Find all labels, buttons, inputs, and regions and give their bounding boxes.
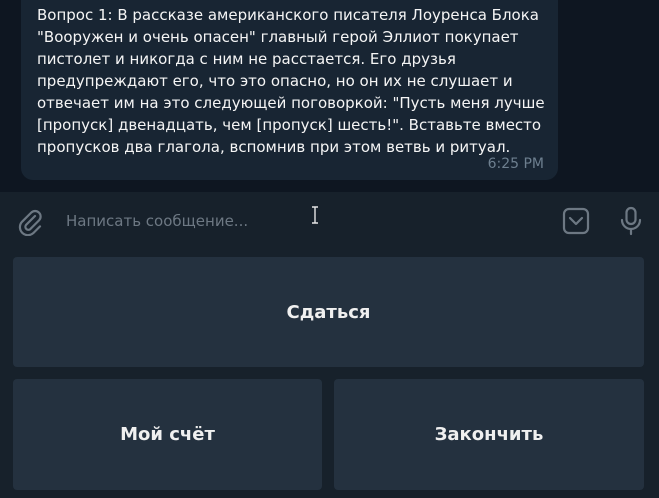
surrender-button[interactable]: Сдаться [13,257,644,367]
message-bubble[interactable]: Вопрос 1: В рассказе американского писат… [21,0,558,180]
chat-area: Вопрос 1: В рассказе американского писат… [0,0,659,192]
paperclip-icon[interactable] [16,208,44,236]
text-cursor-icon [312,206,318,224]
my-score-button[interactable]: Мой счёт [13,379,322,490]
message-input[interactable] [66,206,526,236]
message-text: Вопрос 1: В рассказе американского писат… [37,6,550,156]
sticker-icon[interactable] [562,207,590,235]
message-time: 6:25 PM [487,156,544,172]
bot-keyboard: Сдаться Мой счёт Закончить [0,250,659,498]
finish-button[interactable]: Закончить [334,379,644,490]
microphone-icon[interactable] [619,206,643,236]
message-composer [0,192,659,250]
